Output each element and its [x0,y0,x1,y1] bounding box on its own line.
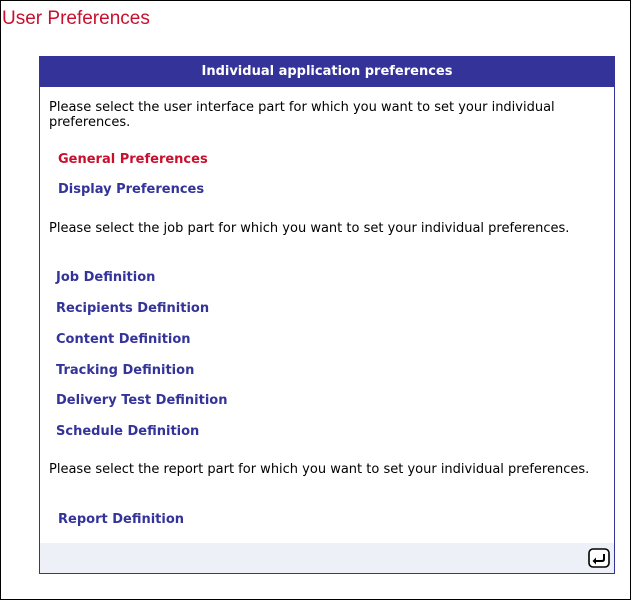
schedule-definition-link[interactable]: Schedule Definition [56,424,199,440]
panel-footer [40,543,614,573]
page-title: User Preferences [2,8,150,29]
return-arrow-icon[interactable] [588,548,610,568]
general-preferences-link[interactable]: General Preferences [58,152,208,168]
tracking-definition-link[interactable]: Tracking Definition [56,363,194,379]
content-definition-link[interactable]: Content Definition [56,332,191,348]
display-preferences-link[interactable]: Display Preferences [58,182,204,198]
preferences-panel: Individual application preferences Pleas… [39,56,615,574]
ui-section-intro: Please select the user interface part fo… [49,100,555,130]
preferences-window: User Preferences Individual application … [0,0,631,600]
report-section-intro: Please select the report part for which … [49,462,590,477]
report-definition-link[interactable]: Report Definition [58,512,184,528]
job-section-intro: Please select the job part for which you… [49,221,570,236]
job-definition-link[interactable]: Job Definition [56,270,155,286]
recipients-definition-link[interactable]: Recipients Definition [56,301,209,317]
panel-header: Individual application preferences [40,57,614,87]
delivery-test-definition-link[interactable]: Delivery Test Definition [56,393,227,409]
